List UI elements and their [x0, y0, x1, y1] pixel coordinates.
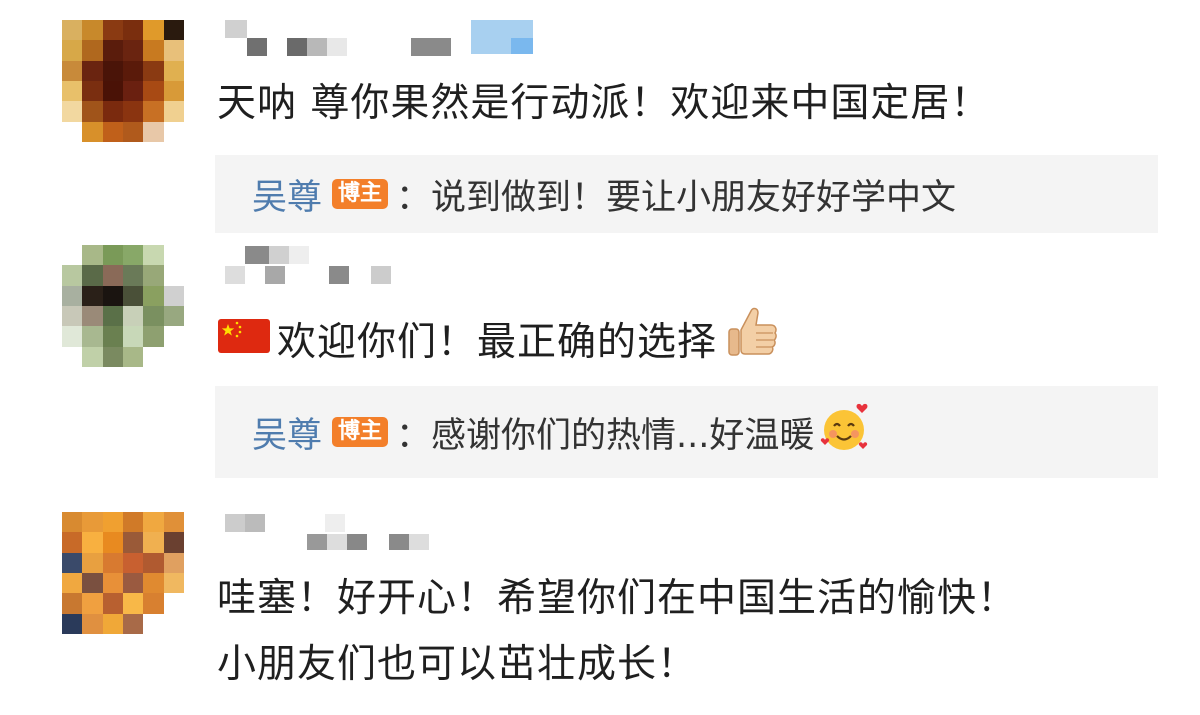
- reply-author[interactable]: 吴尊: [252, 169, 322, 220]
- comment-text: 哇塞！好开心！希望你们在中国生活的愉快！ 小朋友们也可以茁壮成长！: [217, 566, 1160, 698]
- reply-box[interactable]: 吴尊 博主 ：说到做到！要让小朋友好好学中文: [215, 155, 1158, 233]
- comment-text: 天呐 尊你果然是行动派！欢迎来中国定居！: [217, 81, 991, 126]
- avatar[interactable]: [62, 512, 184, 634]
- comment-1: 天呐 尊你果然是行动派！欢迎来中国定居！ 吴尊 博主 ：说到做到！要让小朋友好好…: [0, 0, 1200, 240]
- thumbs-up-icon: [723, 303, 781, 382]
- comment-2: 欢迎你们！最正确的选择 吴尊 博主 ：感谢你们的热情...好温暖: [0, 240, 1200, 490]
- comment-text: 欢迎你们！最正确的选择: [217, 303, 1160, 382]
- reply-text: ：说到做到！要让小朋友好好学中文: [396, 177, 957, 218]
- blogger-badge: 博主: [332, 417, 389, 447]
- reply-text: ：感谢你们的热情...好温暖: [396, 415, 815, 456]
- reply-author[interactable]: 吴尊: [252, 407, 322, 458]
- comment-text-line-1: 哇塞！好开心！希望你们在中国生活的愉快！: [217, 576, 1018, 621]
- comment-text-body: 欢迎你们！最正确的选择: [277, 319, 718, 365]
- username-mosaic[interactable]: [225, 242, 425, 284]
- avatar[interactable]: [62, 20, 184, 142]
- reply-line: 吴尊 博主 ：说到做到！要让小朋友好好学中文: [252, 155, 956, 233]
- china-flag-icon: [217, 310, 271, 376]
- reply-line: 吴尊 博主 ：感谢你们的热情...好温暖: [252, 386, 872, 478]
- username-mosaic[interactable]: [225, 18, 545, 58]
- smiling-face-with-hearts-icon: [816, 400, 872, 465]
- comment-3: 哇塞！好开心！希望你们在中国生活的愉快！ 小朋友们也可以茁壮成长！: [0, 490, 1200, 715]
- reply-box[interactable]: 吴尊 博主 ：感谢你们的热情...好温暖: [215, 386, 1158, 478]
- comment-text-line-2: 小朋友们也可以茁壮成长！: [217, 642, 698, 687]
- avatar[interactable]: [62, 245, 184, 367]
- username-mosaic[interactable]: [225, 510, 445, 550]
- blogger-badge: 博主: [332, 179, 389, 209]
